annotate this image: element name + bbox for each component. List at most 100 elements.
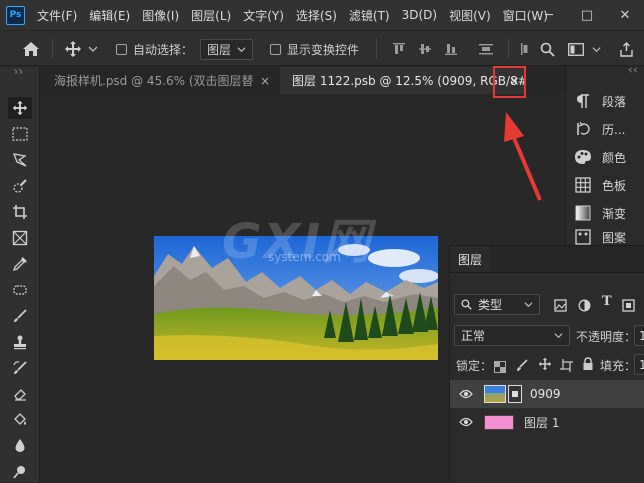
- tab-label: 海报样机.psd @ 45.6% (双击图层替...: [54, 74, 254, 88]
- quick-selection-tool[interactable]: [8, 175, 32, 197]
- blur-tool[interactable]: [8, 435, 32, 457]
- align-bottom-button[interactable]: [444, 31, 458, 67]
- marquee-tool[interactable]: [8, 123, 32, 145]
- brush-lock-icon: [517, 359, 528, 371]
- eraser-tool[interactable]: [8, 383, 32, 405]
- auto-select-checkbox[interactable]: [116, 43, 127, 55]
- filter-pixel-button[interactable]: [554, 297, 567, 316]
- panel-label: 颜色: [602, 150, 627, 165]
- menu-image[interactable]: 图像(I): [135, 7, 184, 24]
- layer-row-0909[interactable]: 0909: [450, 380, 644, 408]
- adjustment-circle-icon: [578, 299, 591, 312]
- panel-swatches[interactable]: 色板: [574, 173, 644, 197]
- frame-tool[interactable]: [8, 227, 32, 249]
- healing-brush-tool[interactable]: [8, 279, 32, 301]
- layer-row-layer-1[interactable]: 图层 1: [450, 408, 644, 436]
- layers-panel-tab[interactable]: 图层: [450, 246, 491, 272]
- window-controls: ─ □ ✕: [530, 0, 644, 30]
- share-icon: [620, 41, 633, 57]
- photoshop-logo-icon[interactable]: Ps: [6, 5, 25, 25]
- visibility-eye-icon[interactable]: [458, 417, 474, 427]
- filter-type-button[interactable]: T: [602, 294, 612, 309]
- align-top-button[interactable]: [392, 31, 406, 67]
- search-icon: [461, 299, 472, 310]
- panel-label: 渐变: [602, 206, 627, 221]
- show-transform-option[interactable]: 显示变换控件: [270, 31, 359, 67]
- visibility-eye-icon[interactable]: [458, 389, 474, 399]
- chevron-down-icon: [554, 333, 563, 339]
- menu-file[interactable]: 文件(F): [30, 7, 82, 24]
- move-icon: [65, 41, 81, 57]
- panel-gradient[interactable]: 渐变: [574, 201, 644, 225]
- lasso-tool[interactable]: [8, 149, 32, 171]
- align-vertical-center-icon: [419, 44, 431, 54]
- auto-select-option[interactable]: 自动选择：: [116, 31, 193, 67]
- tab-layer-1122[interactable]: 图层 1122.psb @ 12.5% (0909, RGB/8#): [280, 67, 525, 94]
- clone-stamp-tool[interactable]: [8, 331, 32, 353]
- red-arrow-annotation: [504, 112, 542, 201]
- panel-paragraph[interactable]: 段落: [574, 89, 644, 113]
- share-button[interactable]: [619, 31, 634, 67]
- chevron-down-icon: [524, 302, 533, 308]
- history-icon: [574, 121, 592, 137]
- history-brush-tool[interactable]: [8, 357, 32, 379]
- distribute-button[interactable]: [478, 31, 494, 67]
- lock-icon: [583, 357, 593, 370]
- tab-close-button[interactable]: ×: [260, 74, 270, 88]
- search-button[interactable]: [540, 31, 555, 67]
- move-lock-icon: [538, 357, 552, 371]
- filter-shape-button[interactable]: [622, 297, 635, 316]
- blend-mode-dropdown[interactable]: 正常: [454, 325, 570, 346]
- panel-label: 图案: [602, 230, 627, 245]
- lock-position-button[interactable]: [538, 356, 552, 375]
- paint-bucket-tool[interactable]: [8, 409, 32, 431]
- maximize-button[interactable]: □: [568, 8, 606, 23]
- lock-transparent-button[interactable]: [494, 358, 506, 377]
- menu-3d[interactable]: 3D(D): [395, 8, 442, 22]
- lock-all-button[interactable]: [582, 356, 594, 375]
- auto-select-label: 自动选择：: [133, 42, 194, 57]
- eyedropper-tool[interactable]: [8, 253, 32, 275]
- brush-tool[interactable]: [8, 305, 32, 327]
- menu-edit[interactable]: 编辑(E): [82, 7, 135, 24]
- menu-layer[interactable]: 图层(L): [184, 7, 236, 24]
- panel-color[interactable]: 颜色: [574, 145, 644, 169]
- toolbar-collapse-handle[interactable]: [0, 67, 40, 75]
- highlight-box: [493, 66, 526, 98]
- close-window-button[interactable]: ✕: [606, 8, 644, 23]
- type-t-icon: T: [602, 294, 612, 309]
- dodge-tool[interactable]: [8, 461, 32, 483]
- panel-label: 色板: [602, 178, 627, 193]
- lock-pixels-button[interactable]: [516, 357, 528, 376]
- menu-view[interactable]: 视图(V): [442, 7, 496, 24]
- show-transform-checkbox[interactable]: [270, 43, 281, 55]
- healing-brush-icon: [13, 285, 27, 295]
- dock-collapse-handle[interactable]: [566, 67, 644, 77]
- panel-history[interactable]: 历...: [574, 117, 644, 141]
- move-tool-preset-button[interactable]: [64, 31, 98, 67]
- opacity-label: 不透明度：: [576, 330, 637, 344]
- crop-tool[interactable]: [8, 201, 32, 223]
- align-left-button[interactable]: [520, 31, 534, 67]
- menu-type[interactable]: 文字(Y): [236, 7, 289, 24]
- brush-icon: [14, 309, 27, 322]
- collapse-arrows-icon: [628, 67, 638, 73]
- auto-select-target-value: 图层: [207, 42, 232, 57]
- move-tool[interactable]: [8, 97, 32, 119]
- minimize-button[interactable]: ─: [530, 8, 568, 23]
- align-vcenter-button[interactable]: [418, 31, 432, 67]
- fill-input[interactable]: 1: [634, 354, 644, 375]
- filter-adjustment-button[interactable]: [578, 297, 591, 316]
- layer-filter-dropdown[interactable]: 类型: [454, 294, 540, 315]
- lasso-icon: [12, 153, 27, 167]
- menu-select[interactable]: 选择(S): [289, 7, 342, 24]
- opacity-input[interactable]: 1: [634, 325, 644, 346]
- menu-filter[interactable]: 滤镜(T): [342, 7, 395, 24]
- panel-pattern[interactable]: 图案: [574, 229, 644, 245]
- paint-bucket-icon: [14, 413, 26, 425]
- lock-artboard-button[interactable]: [560, 357, 573, 376]
- auto-select-target-dropdown[interactable]: 图层: [200, 38, 253, 60]
- tab-poster-mockup[interactable]: 海报样机.psd @ 45.6% (双击图层替... ×: [40, 67, 280, 94]
- workspace-switcher-button[interactable]: [568, 31, 601, 67]
- home-button[interactable]: [22, 31, 40, 67]
